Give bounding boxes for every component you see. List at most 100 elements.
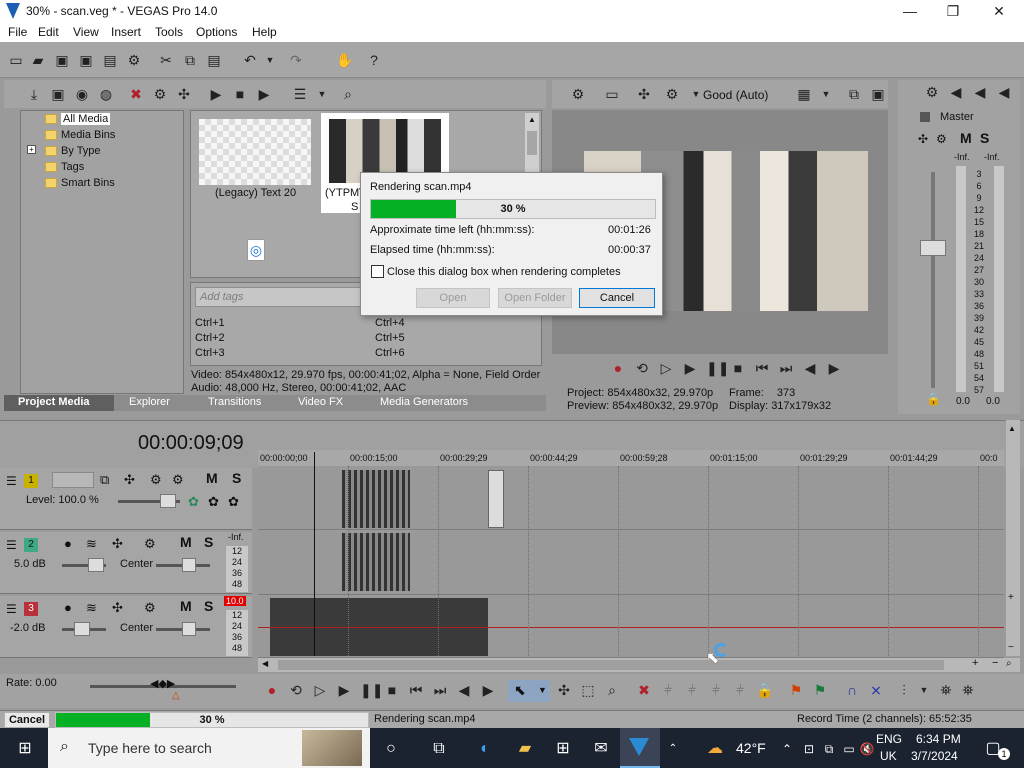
go-to-end-icon[interactable]: ⏭ <box>432 682 448 698</box>
zoom-in-track-icon[interactable]: + <box>1008 592 1014 603</box>
shortcut-ctrl-5[interactable]: Ctrl+5 <box>375 332 405 344</box>
edge-icon[interactable]: ◐ <box>474 738 496 760</box>
video-event[interactable] <box>342 470 410 528</box>
normal-edit-tool[interactable]: ⬉ ▼ <box>508 680 550 702</box>
tab-media-generators[interactable]: Media Generators <box>380 396 468 408</box>
delete-icon[interactable]: ✖ <box>636 682 652 698</box>
level-slider[interactable] <box>160 494 176 508</box>
status-cancel-button[interactable]: Cancel <box>4 712 50 728</box>
shortcut-ctrl-3[interactable]: Ctrl+3 <box>195 347 225 359</box>
help-icon[interactable]: ? <box>366 52 382 68</box>
tree-item-by-type[interactable]: By Type <box>45 145 101 157</box>
stop-icon[interactable]: ■ <box>232 86 248 102</box>
capture-icon[interactable]: ▣ <box>50 86 66 102</box>
track-collapse-icon[interactable]: ☰ <box>6 602 17 616</box>
dim-icon[interactable]: ◀ <box>996 84 1012 100</box>
scroll-thumb[interactable] <box>278 660 944 670</box>
store-icon[interactable]: ⊞ <box>552 738 574 760</box>
cut-icon[interactable]: ✂ <box>158 52 174 68</box>
tab-transitions[interactable]: Transitions <box>208 396 261 408</box>
track-fx-icon[interactable]: ⚙ <box>150 472 162 488</box>
tree-item-smart-bins[interactable]: Smart Bins <box>45 177 115 189</box>
previous-frame-icon[interactable]: ◀ <box>802 360 818 376</box>
task-view-icon[interactable]: ⧉ <box>428 738 450 760</box>
undo-icon[interactable]: ↶ <box>242 52 258 68</box>
play-icon[interactable]: ▶ <box>682 360 698 376</box>
scroll-up-icon[interactable]: ▲ <box>528 115 536 124</box>
track-lane-audio-2[interactable] <box>258 531 1004 595</box>
import-media-icon[interactable]: ⤓ <box>26 86 42 102</box>
track-mask-icon[interactable]: ✿ <box>228 494 239 510</box>
render-icon[interactable]: ▤ <box>102 52 118 68</box>
track-header-audio-3[interactable]: ☰ 3 ● ≋ ✣ ⚙ M S 10.0 -2.0 dB Center 12 24… <box>0 596 252 658</box>
track-routing-icon[interactable]: ✣ <box>112 536 123 552</box>
next-frame-icon[interactable]: ▶ <box>826 360 842 376</box>
scroll-left-icon[interactable]: ◀ <box>262 659 268 668</box>
volume-muted-icon[interactable]: 🔇 <box>856 738 878 760</box>
views-icon[interactable]: ☰ <box>292 86 308 102</box>
invert-phase-icon[interactable]: ≋ <box>86 600 97 616</box>
downmix-icon[interactable]: ◀ <box>972 84 988 100</box>
menu-edit[interactable]: Edit <box>38 25 59 39</box>
media-thumbnail-text[interactable] <box>199 119 311 185</box>
edit-tool-chevron-down-icon[interactable]: ▼ <box>538 685 547 695</box>
compositing-icon[interactable]: ✣ <box>124 472 135 488</box>
open-icon[interactable]: ▰ <box>30 52 46 68</box>
cancel-button[interactable]: Cancel <box>579 288 655 308</box>
snapping-icon[interactable]: ∩ <box>844 682 860 698</box>
go-to-start-icon[interactable]: ⏮ <box>754 360 770 376</box>
taskbar-search[interactable]: ⌕ Type here to search <box>48 728 370 768</box>
master-fx-icon[interactable]: ◀ <box>948 84 964 100</box>
copy-icon[interactable]: ⧉ <box>182 52 198 68</box>
trim-end-icon[interactable]: ⫩ <box>684 682 700 698</box>
track-header-audio-2[interactable]: ☰ 2 ● ≋ ✣ ⚙ M S -Inf. 5.0 dB Center 12 24… <box>0 532 252 594</box>
record-icon[interactable]: ● <box>264 682 280 698</box>
open-folder-button[interactable]: Open Folder <box>498 288 572 308</box>
track-motion-icon[interactable]: ⧉ <box>100 472 109 488</box>
paste-icon[interactable]: ▤ <box>206 52 222 68</box>
show-hidden-chevron-icon[interactable]: ⌃ <box>662 738 684 760</box>
master-mute-button[interactable]: M <box>960 130 972 146</box>
search-icon[interactable]: ⌕ <box>340 86 356 102</box>
save-snapshot-icon[interactable]: ▣ <box>870 86 886 102</box>
volume-slider[interactable] <box>88 558 104 572</box>
stop-icon[interactable]: ■ <box>730 360 746 376</box>
save-as-icon[interactable]: ▣ <box>78 52 94 68</box>
split-screen-icon[interactable]: ✣ <box>636 86 652 102</box>
track-lane-video[interactable] <box>258 466 1004 530</box>
menu-file[interactable]: File <box>8 25 27 39</box>
ripple-edit-icon[interactable]: ⫶ <box>896 682 912 698</box>
selection-tool-icon[interactable]: ⬚ <box>580 682 596 698</box>
loop-icon[interactable]: ⟲ <box>634 360 650 376</box>
windows-start-icon[interactable]: ⊞ <box>14 738 36 760</box>
go-to-start-icon[interactable]: ⏮ <box>408 682 424 698</box>
arm-record-icon[interactable]: ● <box>64 536 72 551</box>
trim-start-icon[interactable]: ⫩ <box>660 682 676 698</box>
shortcut-ctrl-6[interactable]: Ctrl+6 <box>375 347 405 359</box>
lock-envelopes-icon[interactable]: ⛯ <box>938 682 954 698</box>
audio-event[interactable] <box>342 533 410 591</box>
zoom-in-icon[interactable]: + <box>972 657 978 669</box>
tab-explorer[interactable]: Explorer <box>129 396 170 408</box>
weather-icon[interactable]: ☁ <box>704 738 726 760</box>
pan-crop-icon[interactable]: ✣ <box>176 86 192 102</box>
track-mute-button[interactable]: M <box>180 598 192 614</box>
clock-time[interactable]: 6:34 PM <box>916 732 961 746</box>
previous-frame-icon[interactable]: ◀ <box>456 682 472 698</box>
track-solo-button[interactable]: S <box>204 598 213 614</box>
network-icon[interactable]: ⊡ <box>798 738 820 760</box>
play-icon[interactable]: ▶ <box>208 86 224 102</box>
split-icon[interactable]: ⫩ <box>708 682 724 698</box>
keyboard-layout-indicator[interactable]: UK <box>880 749 897 763</box>
tab-project-media[interactable]: Project Media <box>4 395 114 411</box>
external-monitor-icon[interactable]: ▭ <box>604 86 620 102</box>
track-mute-button[interactable]: M <box>180 534 192 550</box>
zoom-tool-icon[interactable]: ⌕ <box>604 682 620 698</box>
snapshot-hand-icon[interactable]: ✋ <box>336 52 353 68</box>
copy-snapshot-icon[interactable]: ⧉ <box>846 86 862 102</box>
tray-chevron-icon[interactable]: ⌃ <box>776 738 798 760</box>
tab-video-fx[interactable]: Video FX <box>298 396 343 408</box>
scroll-thumb[interactable] <box>527 131 537 155</box>
expand-icon[interactable]: + <box>27 145 36 154</box>
tree-item-tags[interactable]: Tags <box>45 161 84 173</box>
